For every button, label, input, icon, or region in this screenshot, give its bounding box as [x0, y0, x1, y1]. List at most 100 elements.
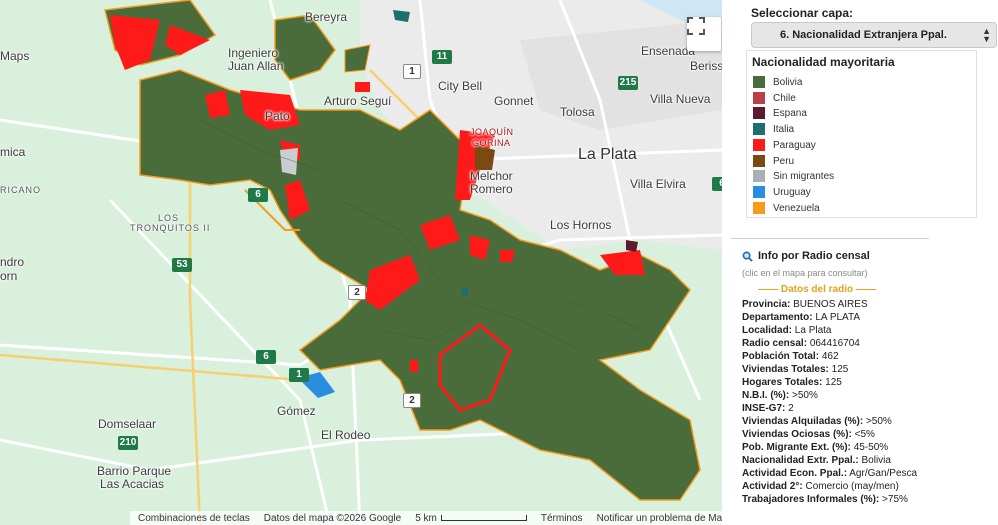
select-arrows-icon: ▲ ▼ [982, 26, 991, 44]
legend-item-paraguay: Paraguay [753, 138, 816, 152]
city-label-la-plata: La Plata [578, 146, 637, 163]
info-value: Agr/Gan/Pesca [849, 468, 918, 479]
legend-label: Peru [773, 155, 795, 167]
legend-swatch [753, 202, 765, 214]
info-key: Viviendas Alquiladas (%): [742, 416, 864, 427]
legend-item-espana: Espana [753, 106, 807, 120]
info-row: Hogares Totales: 125 [742, 377, 842, 388]
info-key: Actividad Econ. Ppal.: [742, 468, 848, 479]
legend-label: Uruguay [773, 186, 811, 198]
place-label: Berisso [690, 59, 722, 73]
info-value: Comercio (may/men) [805, 481, 899, 492]
info-key: Nacionalidad Extr. Ppal.: [742, 455, 859, 466]
legend-item-chile: Chile [753, 91, 796, 105]
side-panel: Seleccionar capa: 6. Nacionalidad Extran… [722, 0, 998, 525]
info-value: >50% [865, 416, 892, 427]
place-label: Tolosa [560, 105, 595, 119]
info-value: 2 [788, 403, 794, 414]
info-row: Localidad: La Plata [742, 325, 832, 336]
info-value: BUENOS AIRES [793, 299, 868, 310]
scale-bar[interactable]: 5 km [415, 513, 527, 524]
legend-label: Bolivia [773, 76, 803, 88]
map-view[interactable]: Bereyra Ingeniero Juan Allan Ensenada Be… [0, 0, 722, 525]
info-row: Viviendas Alquiladas (%): >50% [742, 416, 892, 427]
info-row: INSE-G7: 2 [742, 403, 794, 414]
route-shield: 1 [289, 368, 309, 382]
legend-label: Venezuela [773, 202, 820, 214]
place-label: Gómez [277, 404, 316, 418]
info-key: Departamento: [742, 312, 813, 323]
route-shield: 6 [248, 188, 268, 202]
legend-item-peru: Peru [753, 154, 794, 168]
legend-swatch [753, 139, 765, 151]
info-key: Actividad 2°: [742, 481, 803, 492]
info-value: Bolivia [861, 455, 891, 466]
info-key: N.B.I. (%): [742, 390, 790, 401]
place-label: Villa Elvira [630, 177, 686, 191]
info-row: Viviendas Totales: 125 [742, 364, 848, 375]
place-label: ndro [0, 255, 25, 269]
info-hint: (clic en el mapa para consultar) [742, 268, 868, 278]
place-label: TRONQUITOS II [130, 223, 211, 233]
legend-item-sin-migrantes: Sin migrantes [753, 169, 834, 183]
legend-item-bolivia: Bolivia [753, 75, 802, 89]
info-row: Pob. Migrante Ext. (%): 45-50% [742, 442, 888, 453]
info-value: >50% [792, 390, 818, 401]
legend-item-uruguay: Uruguay [753, 185, 811, 199]
legend-swatch [753, 170, 765, 182]
info-value: 462 [821, 351, 839, 362]
place-label: El Rodeo [321, 428, 371, 442]
legend-title: Nacionalidad mayoritaria [752, 55, 895, 69]
legend-swatch [753, 155, 765, 167]
datos-title: —— Datos del radio —— [758, 284, 876, 295]
info-key: Viviendas Totales: [742, 364, 829, 375]
route-shield: 1 [403, 64, 421, 79]
keyboard-shortcuts-link[interactable]: Combinaciones de teclas [138, 513, 250, 524]
info-row: Actividad 2°: Comercio (may/men) [742, 481, 899, 492]
legend: Nacionalidad mayoritaria Bolivia Chile E… [746, 50, 977, 218]
info-row: Población Total: 462 [742, 351, 839, 362]
fullscreen-button[interactable] [687, 17, 721, 51]
info-title-text: Info por Radio censal [758, 250, 870, 262]
info-value: >75% [882, 494, 908, 505]
place-label: Juan Allan [228, 59, 284, 73]
scale-line [440, 515, 527, 521]
legend-label: Chile [773, 92, 796, 104]
map-data-text: Datos del mapa ©2026 Google [263, 512, 402, 524]
map-canvas[interactable] [0, 0, 722, 525]
layer-select-value: 6. Nacionalidad Extranjera Ppal. [780, 29, 947, 41]
place-label: Domselaar [98, 417, 157, 431]
map-attribution-bar: Combinaciones de teclas Datos del mapa ©… [130, 511, 722, 525]
info-key: Población Total: [742, 351, 820, 362]
terms-link[interactable]: Términos [541, 513, 583, 524]
legend-label: Italia [773, 123, 795, 135]
info-title: Info por Radio censal [742, 250, 870, 262]
layer-select[interactable]: 6. Nacionalidad Extranjera Ppal. ▲ ▼ [751, 22, 997, 48]
info-key: Radio censal: [742, 338, 808, 349]
route-shield: 2 [403, 393, 421, 408]
place-label: Bereyra [305, 10, 348, 24]
place-label: GORINA [472, 138, 511, 148]
info-key: Localidad: [742, 325, 793, 336]
info-key: INSE-G7: [742, 403, 786, 414]
info-row: Actividad Econ. Ppal.: Agr/Gan/Pesca [742, 468, 917, 479]
legend-item-venezuela: Venezuela [753, 201, 820, 215]
info-key: Provincia: [742, 299, 791, 310]
info-value: La Plata [794, 325, 832, 336]
info-key: Hogares Totales: [742, 377, 823, 388]
info-key: Viviendas Ociosas (%): [742, 429, 852, 440]
divider [731, 238, 929, 239]
info-row: N.B.I. (%): >50% [742, 390, 818, 401]
info-value: 45-50% [853, 442, 889, 453]
info-row: Departamento: LA PLATA [742, 312, 860, 323]
place-label: Los Hornos [550, 218, 612, 232]
info-value: 064416704 [809, 338, 860, 349]
place-label: Maps [0, 49, 30, 63]
place-label: Romero [470, 182, 513, 196]
info-value: LA PLATA [815, 312, 861, 323]
legend-label: Paraguay [773, 139, 816, 151]
place-label: Arturo Seguí [324, 94, 392, 108]
report-problem-link[interactable]: Notificar un problema de Maps [597, 513, 722, 524]
route-shield: 6 [256, 350, 276, 364]
place-label: City Bell [438, 79, 483, 93]
